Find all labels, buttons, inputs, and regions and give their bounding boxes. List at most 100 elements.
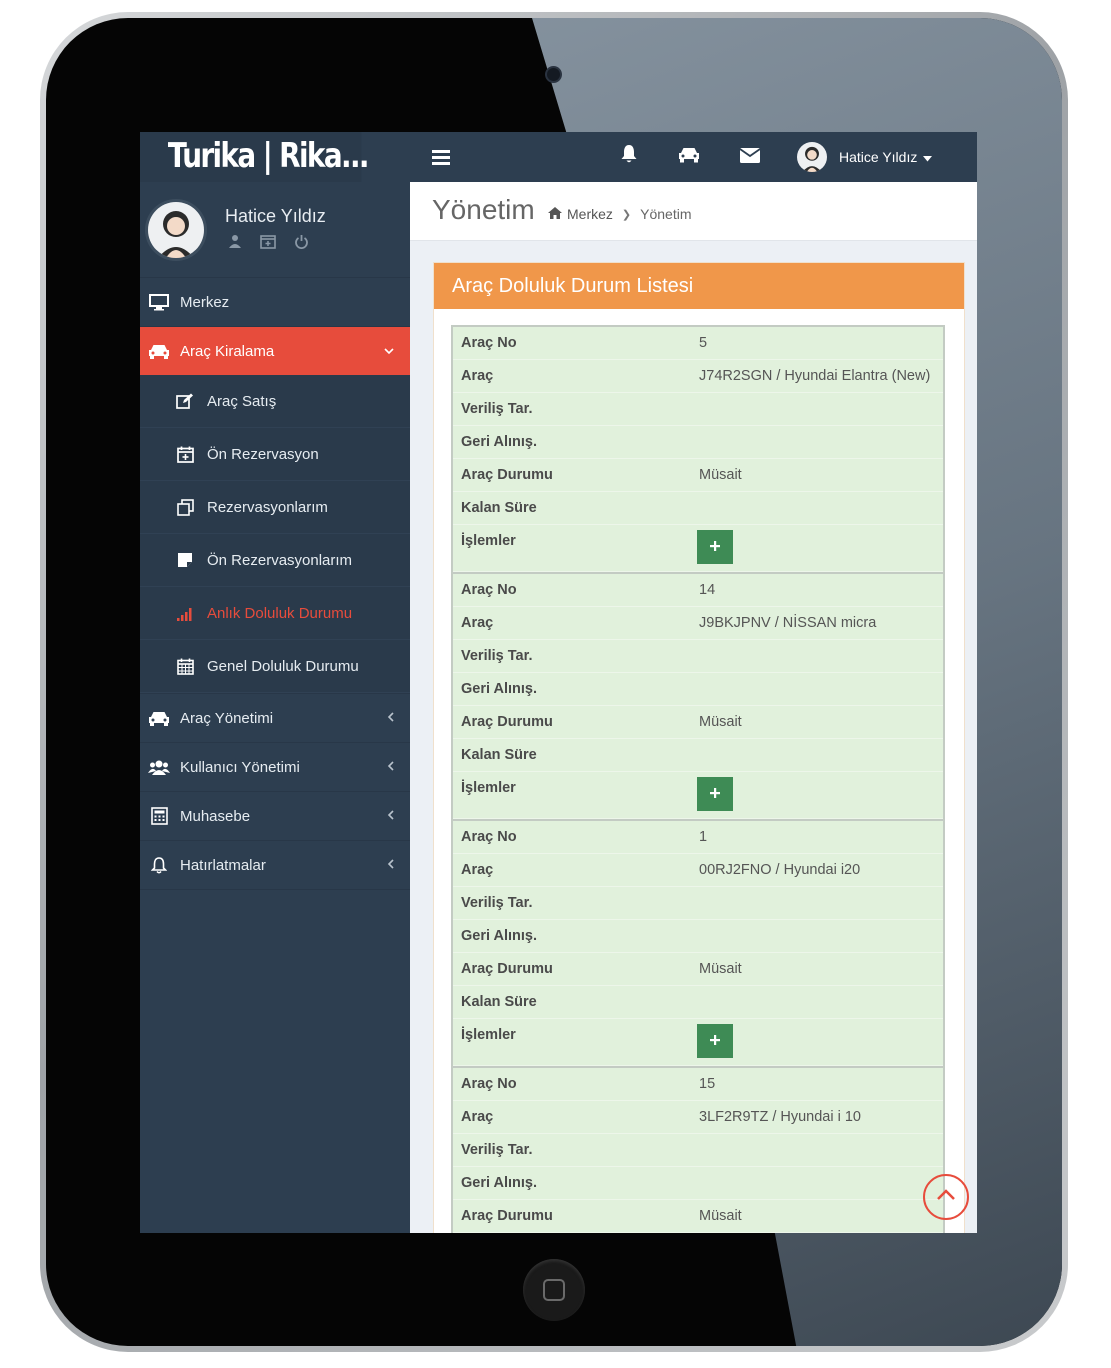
sidebar-item-merkez[interactable]: Merkez	[140, 277, 410, 326]
record-row: Araç J74R2SGN / Hyundai Elantra (New)	[453, 360, 943, 393]
user-name: Hatice Yıldız	[225, 206, 326, 226]
user-actions	[228, 234, 309, 253]
field-label: Araç	[461, 862, 494, 878]
car-icon	[148, 343, 170, 359]
vehicle-record: Araç No 1 Araç 00RJ2FNO / Hyundai i20 Verili…	[451, 819, 945, 1066]
record-row: Araç 3LF2R9TZ / Hyundai i 10	[453, 1101, 943, 1134]
breadcrumb-current: Yönetim	[640, 206, 692, 222]
chevron-up-icon	[936, 1188, 956, 1206]
add-action-button[interactable]	[697, 1024, 733, 1058]
field-label: Araç Durumu	[461, 467, 553, 483]
record-row: Geri Alınış.	[453, 920, 943, 953]
field-value: J74R2SGN / Hyundai Elantra (New)	[699, 368, 931, 384]
sticky-note-icon	[174, 552, 196, 568]
breadcrumb-link-merkez[interactable]: Merkez	[567, 206, 613, 222]
record-row: Geri Alınış.	[453, 1167, 943, 1200]
record-row: Kalan Süre	[453, 492, 943, 525]
field-label: Geri Alınış.	[461, 1175, 538, 1191]
bell-icon[interactable]	[620, 144, 638, 169]
sidebar-item-muhasebe[interactable]: Muhasebe	[140, 791, 410, 840]
user-menu[interactable]: Hatice Yıldız	[797, 140, 933, 174]
screen: Turika | Rika... Hatice Yıldız Merkez Ar…	[140, 132, 977, 1233]
sidebar-item-label: Kullanıcı Yönetimi	[180, 758, 300, 776]
sidebar-item-label: Araç Kiralama	[180, 342, 275, 360]
sidebar-item-genel-doluluk[interactable]: Genel Doluluk Durumu	[140, 640, 410, 693]
chevron-left-icon	[387, 760, 394, 774]
field-label: İşlemler	[461, 780, 516, 796]
record-row: Araç No 1	[453, 821, 943, 854]
field-value: 5	[699, 335, 708, 351]
field-label: Veriliş Tar.	[461, 895, 533, 911]
sidebar-item-kullanici-yonetimi[interactable]: Kullanıcı Yönetimi	[140, 742, 410, 791]
chevron-left-icon	[387, 711, 394, 725]
home-button[interactable]	[523, 1259, 585, 1321]
field-label: Araç No	[461, 1076, 517, 1092]
sidebar: Turika | Rika... Hatice Yıldız Merkez Ar…	[140, 132, 410, 1233]
calendar-icon[interactable]	[260, 234, 276, 253]
content-header: Yönetim Merkez ❯ Yönetim	[410, 182, 977, 241]
bell-icon	[148, 856, 170, 874]
submenu-arac-kiralama: Araç Satış Ön Rezervasyon Rezervasyonlar…	[140, 375, 410, 693]
car-icon	[148, 710, 170, 726]
field-label: Araç Durumu	[461, 961, 553, 977]
sidebar-item-label: Merkez	[180, 293, 230, 311]
sidebar-item-label: Hatırlatmalar	[180, 856, 266, 874]
field-value: 1	[699, 829, 708, 845]
panel-title: Araç Doluluk Durum Listesi	[434, 263, 964, 309]
record-row: Kalan Süre	[453, 739, 943, 772]
power-icon[interactable]	[294, 234, 309, 253]
sidebar-item-label: Muhasebe	[180, 807, 251, 825]
field-label: Araç Durumu	[461, 1208, 553, 1224]
sidebar-item-label: Araç Satış	[207, 392, 277, 410]
field-label: Kalan Süre	[461, 747, 537, 763]
monitor-icon	[148, 293, 170, 311]
brand-logo[interactable]: Turika | Rika...	[140, 132, 369, 182]
user-panel: Hatice Yıldız	[140, 182, 410, 277]
sidebar-item-on-rezervasyon[interactable]: Ön Rezervasyon	[140, 428, 410, 481]
chevron-down-icon	[384, 344, 394, 358]
actions-row: İşlemler	[453, 525, 943, 572]
plus-icon	[710, 788, 720, 798]
field-label: Araç No	[461, 335, 517, 351]
menu-toggle-icon[interactable]	[432, 149, 450, 170]
sidebar-item-arac-kiralama[interactable]: Araç Kiralama	[140, 326, 410, 375]
field-label: Geri Alınış.	[461, 434, 538, 450]
sidebar-item-on-rezervasyonlarim[interactable]: Ön Rezervasyonlarım	[140, 534, 410, 587]
actions-row: İşlemler	[453, 1019, 943, 1066]
record-row: Araç No 5	[453, 327, 943, 360]
chevron-left-icon	[387, 809, 394, 823]
record-row: Araç Durumu Müsait	[453, 953, 943, 986]
sidebar-item-arac-yonetimi[interactable]: Araç Yönetimi	[140, 693, 410, 742]
calendar-icon	[174, 658, 196, 675]
sidebar-item-rezervasyonlarim[interactable]: Rezervasyonlarım	[140, 481, 410, 534]
record-row: Araç Durumu Müsait	[453, 459, 943, 492]
field-label: Araç	[461, 368, 494, 384]
add-action-button[interactable]	[697, 530, 733, 564]
field-value: Müsait	[699, 1208, 742, 1224]
topbar: Hatice Yıldız	[410, 132, 977, 182]
vehicle-record: Araç No 5 Araç J74R2SGN / Hyundai Elantra (…	[451, 325, 945, 572]
avatar	[797, 142, 827, 172]
field-label: Araç No	[461, 829, 517, 845]
record-row: Kalan Süre	[453, 986, 943, 1019]
record-row: Araç J9BKJPNV / NİSSAN micra	[453, 607, 943, 640]
record-row: Araç Durumu Müsait	[453, 1200, 943, 1233]
scroll-to-top-button[interactable]	[923, 1174, 969, 1220]
field-label: İşlemler	[461, 533, 516, 549]
field-value: J9BKJPNV / NİSSAN micra	[699, 615, 877, 631]
field-label: Geri Alınış.	[461, 928, 538, 944]
add-action-button[interactable]	[697, 777, 733, 811]
page-title: Yönetim	[432, 194, 535, 225]
sidebar-item-arac-satis[interactable]: Araç Satış	[140, 375, 410, 428]
profile-icon[interactable]	[228, 234, 242, 253]
sidebar-item-anlik-doluluk[interactable]: Anlık Doluluk Durumu	[140, 587, 410, 640]
record-row: Veriliş Tar.	[453, 1134, 943, 1167]
plus-icon	[710, 541, 720, 551]
field-label: Veriliş Tar.	[461, 401, 533, 417]
record-row: Veriliş Tar.	[453, 393, 943, 426]
home-icon	[548, 206, 562, 222]
sidebar-item-hatirlatmalar[interactable]: Hatırlatmalar	[140, 840, 410, 890]
sidebar-item-label: Rezervasyonlarım	[207, 498, 328, 516]
car-icon[interactable]	[678, 146, 700, 168]
envelope-icon[interactable]	[739, 148, 761, 168]
